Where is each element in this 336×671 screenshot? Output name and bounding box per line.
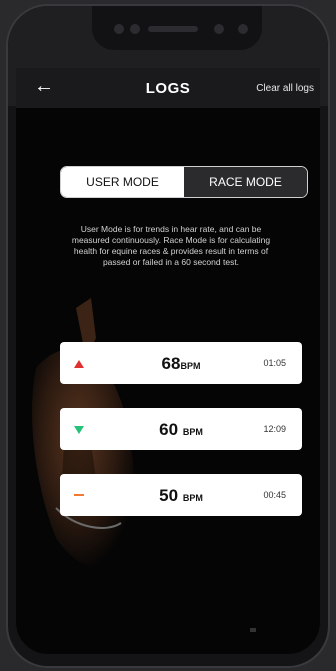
- clear-all-logs-button[interactable]: Clear all logs: [256, 83, 314, 94]
- phone-notch: [92, 6, 262, 50]
- sensor-icon: [214, 24, 224, 34]
- phone-frame: ← LOGS Clear all logs USER MODE RACE MOD…: [6, 4, 330, 668]
- camera-icon: [238, 24, 248, 34]
- log-time: 01:05: [263, 358, 286, 368]
- mode-toggle[interactable]: USER MODE RACE MODE: [60, 166, 308, 198]
- home-indicator: [250, 628, 256, 632]
- bpm-unit: BPM: [182, 493, 203, 503]
- app-screen: ← LOGS Clear all logs USER MODE RACE MOD…: [16, 68, 320, 654]
- log-card[interactable]: 60 BPM 12:09: [60, 408, 302, 450]
- mode-description: User Mode is for trends in hear rate, an…: [71, 224, 271, 267]
- sensor-icon: [130, 24, 140, 34]
- log-time: 12:09: [263, 424, 286, 434]
- bpm-unit: BPM: [182, 427, 203, 437]
- log-time: 00:45: [263, 490, 286, 500]
- app-header: ← LOGS Clear all logs: [16, 68, 320, 108]
- camera-icon: [114, 24, 124, 34]
- log-card[interactable]: 50 BPM 00:45: [60, 474, 302, 516]
- user-mode-tab[interactable]: USER MODE: [61, 167, 184, 197]
- log-card[interactable]: 68BPM 01:05: [60, 342, 302, 384]
- bpm-unit: BPM: [180, 361, 201, 371]
- race-mode-tab[interactable]: RACE MODE: [184, 167, 307, 197]
- speaker-grille: [148, 26, 198, 32]
